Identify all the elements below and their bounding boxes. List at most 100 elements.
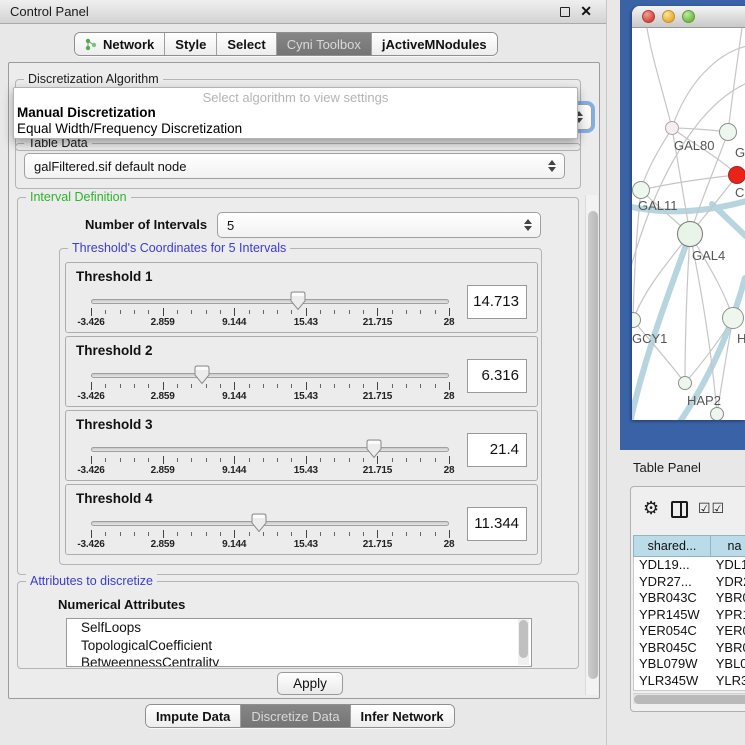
group-title: Threshold's Coordinates for 5 Intervals (68, 241, 290, 255)
tab-label: Select (227, 37, 265, 52)
table-data-group: Table Data galFiltered.sif default node (15, 143, 581, 189)
table-cell[interactable]: YDL1 (711, 557, 745, 574)
table-cell[interactable]: YBR045C (634, 640, 711, 657)
table-row[interactable]: YBR043CYBR0 (634, 590, 745, 607)
numerical-attributes-list[interactable]: SelfLoopsTopologicalCoefficientBetweenne… (66, 618, 532, 667)
number-of-intervals-value: 5 (227, 218, 234, 233)
table-cell[interactable]: YBL079W (634, 656, 711, 673)
table-row[interactable]: YBR045CYBR0 (634, 640, 745, 657)
network-node[interactable] (632, 181, 650, 199)
table-cell[interactable]: YIL052C (634, 689, 711, 691)
minimize-traffic-light[interactable] (662, 10, 675, 23)
table-data-combobox[interactable]: galFiltered.sif default node (24, 153, 565, 179)
threshold-value-field[interactable]: 6.316 (467, 359, 527, 393)
tick-mark (134, 458, 135, 462)
tab-select[interactable]: Select (217, 33, 276, 55)
checkbox-filter-icon[interactable]: ☑☑ (698, 500, 725, 517)
threshold-panel: Threshold 4 -3.4262.8599.14415.4321.7152… (65, 484, 538, 555)
slider-track[interactable] (91, 299, 449, 304)
table-cell[interactable]: YPR145W (634, 607, 711, 624)
float-window-icon[interactable] (560, 7, 570, 17)
tick-mark (134, 310, 135, 314)
threshold-value-field[interactable]: 21.4 (467, 433, 527, 467)
table-row[interactable]: YIL052CYIL0 (634, 689, 745, 691)
threshold-slider[interactable]: -3.4262.8599.14415.4321.71528 (91, 439, 449, 479)
table-cell[interactable]: YER0 (711, 623, 745, 640)
tab-infer-network[interactable]: Infer Network (351, 705, 454, 727)
gear-icon[interactable]: ⚙ (643, 498, 659, 519)
node-label: GAL4 (692, 248, 725, 263)
dropdown-option-manual-discretization[interactable]: Manual Discretization (17, 105, 156, 120)
column-header-shared[interactable]: shared... (633, 535, 711, 557)
table-row[interactable]: YDL19...YDL1 (634, 557, 745, 574)
panel-scrollbar[interactable] (585, 195, 598, 695)
combo-stepper-icon[interactable] (524, 218, 533, 232)
list-scrollbar-thumb[interactable] (519, 620, 528, 658)
tab-network[interactable]: Network (75, 33, 165, 55)
table-cell[interactable]: YDL19... (634, 557, 711, 574)
network-node[interactable] (710, 407, 724, 420)
tick-mark (191, 310, 192, 314)
tab-impute-data[interactable]: Impute Data (146, 705, 241, 727)
table-cell[interactable]: YDR27... (634, 574, 711, 591)
table-cell[interactable]: YBR0 (711, 590, 745, 607)
table-row[interactable]: YPR145WYPR1 (634, 607, 745, 624)
table-scrollbar-thumb[interactable] (634, 695, 745, 704)
table-body[interactable]: YDL19...YDL1YDR27...YDR2YBR043CYBR0YPR14… (633, 557, 745, 691)
table-cell[interactable]: YDR2 (711, 574, 745, 591)
slider-track[interactable] (91, 521, 449, 526)
threshold-value-field[interactable]: 11.344 (467, 507, 527, 541)
slider-track[interactable] (91, 447, 449, 452)
threshold-slider[interactable]: -3.4262.8599.14415.4321.71528 (91, 513, 449, 553)
threshold-value-field[interactable]: 14.713 (467, 285, 527, 319)
list-item[interactable]: TopologicalCoefficient (67, 637, 531, 655)
table-horizontal-scrollbar[interactable] (633, 693, 745, 704)
network-node[interactable] (677, 221, 703, 247)
table-cell[interactable]: YBR0 (711, 640, 745, 657)
tick-mark (349, 458, 350, 462)
list-item[interactable]: SelfLoops (67, 619, 531, 637)
tab-discretize-data[interactable]: Discretize Data (241, 705, 350, 727)
network-canvas[interactable]: GAL80GACGAL11GAL4GCY1HHAP2 (632, 28, 745, 420)
panel-scrollbar-thumb[interactable] (588, 211, 598, 679)
network-node[interactable] (719, 123, 737, 141)
tab-cyni-toolbox[interactable]: Cyni Toolbox (277, 33, 372, 55)
list-scrollbar[interactable] (518, 619, 529, 665)
network-node[interactable] (678, 376, 692, 390)
column-header-name[interactable]: na (711, 535, 745, 557)
table-row[interactable]: YER054CYER0 (634, 623, 745, 640)
bottom-tab-bar: Impute Data Discretize Data Infer Networ… (145, 704, 455, 728)
table-cell[interactable]: YPR1 (711, 607, 745, 624)
table-cell[interactable]: YLR3 (711, 673, 745, 690)
apply-button[interactable]: Apply (277, 672, 343, 695)
table-cell[interactable]: YER054C (634, 623, 711, 640)
network-node[interactable] (665, 121, 679, 135)
tick-mark (148, 310, 149, 314)
table-cell[interactable]: YBL0 (711, 656, 745, 673)
table-cell[interactable]: YLR345W (634, 673, 711, 690)
tab-jactivemnodules[interactable]: jActiveMNodules (372, 33, 497, 55)
table-row[interactable]: YDR27...YDR2 (634, 574, 745, 591)
slider-track[interactable] (91, 373, 449, 378)
number-of-intervals-combobox[interactable]: 5 (217, 212, 541, 238)
zoom-traffic-light[interactable] (682, 10, 695, 23)
close-traffic-light[interactable] (642, 10, 655, 23)
tick-mark (420, 458, 421, 462)
dropdown-option-equal-width-frequency[interactable]: Equal Width/Frequency Discretization (17, 121, 242, 136)
threshold-slider[interactable]: -3.4262.8599.14415.4321.71528 (91, 365, 449, 405)
tab-style[interactable]: Style (165, 33, 217, 55)
network-node[interactable] (728, 166, 745, 184)
tick-label: 21.715 (363, 539, 392, 550)
tab-label: Cyni Toolbox (287, 37, 361, 52)
column-layout-icon[interactable] (671, 501, 688, 518)
tick-mark (263, 384, 264, 388)
network-node[interactable] (722, 307, 744, 329)
list-item[interactable]: BetweennessCentrality (67, 654, 531, 667)
table-row[interactable]: YBL079WYBL0 (634, 656, 745, 673)
close-icon[interactable]: ✕ (580, 3, 592, 20)
combo-stepper-icon[interactable] (548, 159, 557, 173)
threshold-slider[interactable]: -3.4262.8599.14415.4321.71528 (91, 291, 449, 331)
table-cell[interactable]: YBR043C (634, 590, 711, 607)
table-cell[interactable]: YIL0 (711, 689, 745, 691)
table-row[interactable]: YLR345WYLR3 (634, 673, 745, 690)
